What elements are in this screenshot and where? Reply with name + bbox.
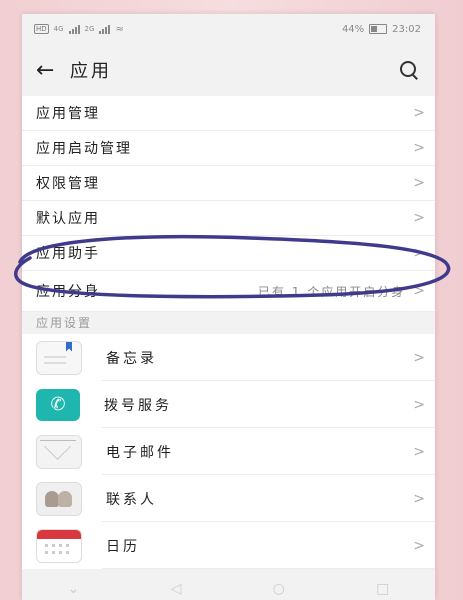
signal-icon-2: [99, 24, 111, 34]
chevron-right-icon: >: [413, 537, 425, 554]
chevron-right-icon: >: [413, 443, 425, 460]
wifi-icon: ≈: [115, 23, 124, 35]
app-item-memo[interactable]: 备忘录 >: [22, 334, 435, 381]
app-item-label: 拨号服务: [104, 397, 172, 414]
status-bar: HD 4G 2G ≈ 44% 23:02: [22, 14, 435, 44]
menu-item-app-launch-management[interactable]: 应用启动管理 >: [22, 131, 435, 166]
app-item-label: 联系人: [106, 491, 157, 508]
chevron-right-icon: >: [413, 245, 425, 261]
section-title-app-settings: 应用设置: [36, 316, 93, 330]
system-nav-bar: ⌄ ◁ ○ □: [22, 578, 435, 600]
mail-icon: [36, 434, 82, 469]
contacts-icon: [36, 481, 82, 516]
signal-icon: [68, 24, 80, 34]
app-menu-list: 应用管理 > 应用启动管理 > 权限管理 > 默认应用 > 应用助手 > 应用分…: [22, 96, 435, 312]
app-item-email[interactable]: 电子邮件 >: [22, 428, 435, 475]
app-header: ← 应用: [22, 44, 435, 96]
menu-item-label: 默认应用: [36, 211, 100, 227]
menu-item-app-assistant[interactable]: 应用助手 >: [22, 236, 435, 271]
menu-item-label: 应用启动管理: [36, 141, 132, 157]
app-item-contacts[interactable]: 联系人 >: [22, 475, 435, 522]
search-icon[interactable]: [397, 58, 421, 82]
menu-item-label: 权限管理: [36, 176, 100, 192]
chevron-right-icon: >: [413, 210, 425, 226]
calendar-icon: [36, 528, 82, 563]
menu-item-permission-management[interactable]: 权限管理 >: [22, 166, 435, 201]
app-item-label: 电子邮件: [106, 444, 174, 461]
menu-item-label: 应用管理: [36, 106, 100, 122]
battery-icon: [369, 24, 388, 34]
nav-down-icon[interactable]: ⌄: [68, 581, 80, 597]
menu-item-app-management[interactable]: 应用管理 >: [22, 96, 435, 131]
clock: 23:02: [392, 23, 421, 35]
menu-item-app-twin[interactable]: 应用分身 已有 1 个应用开启分身 >: [22, 271, 435, 312]
app-item-dialer[interactable]: ✆ 拨号服务 >: [22, 381, 435, 428]
chevron-right-icon: >: [413, 396, 425, 413]
network-type-1: 4G: [53, 25, 64, 33]
app-item-label: 备忘录: [106, 350, 157, 367]
app-item-calendar[interactable]: 日历 >: [22, 522, 435, 569]
menu-item-label: 应用助手: [36, 246, 100, 262]
menu-item-label: 应用分身: [36, 284, 100, 300]
app-settings-list: 备忘录 > ✆ 拨号服务 > 电子邮件 > 联系人 > 日历 >: [22, 334, 435, 569]
back-arrow-icon[interactable]: ←: [36, 58, 70, 83]
hd-badge: HD: [34, 24, 49, 34]
nav-recents-icon[interactable]: □: [376, 581, 389, 597]
chevron-right-icon: >: [413, 175, 425, 191]
memo-icon: [36, 340, 82, 375]
menu-item-default-apps[interactable]: 默认应用 >: [22, 201, 435, 236]
nav-home-icon[interactable]: ○: [273, 581, 285, 597]
chevron-right-icon: >: [413, 283, 425, 299]
chevron-right-icon: >: [413, 140, 425, 156]
app-twin-status: 已有 1 个应用开启分身: [258, 284, 406, 299]
chevron-right-icon: >: [413, 105, 425, 121]
page-title: 应用: [70, 61, 112, 82]
nav-back-icon[interactable]: ◁: [171, 581, 182, 597]
chevron-right-icon: >: [413, 490, 425, 507]
phone-screen: HD 4G 2G ≈ 44% 23:02 ← 应用 应用管理 > 应用启动管理 …: [22, 14, 435, 600]
phone-dial-icon: ✆: [36, 388, 80, 421]
app-item-label: 日历: [106, 538, 140, 555]
battery-percent: 44%: [341, 23, 365, 35]
chevron-right-icon: >: [413, 349, 425, 366]
network-type-2: 2G: [84, 25, 95, 33]
